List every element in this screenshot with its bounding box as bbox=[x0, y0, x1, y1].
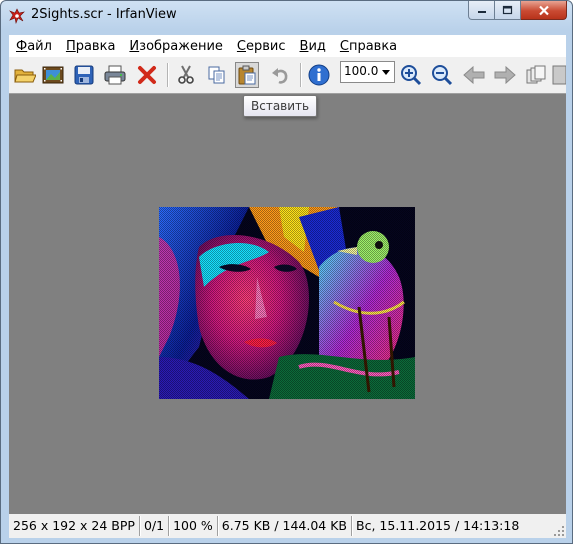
status-datetime: Вс, 15.11.2015 / 14:13:18 bbox=[356, 518, 520, 533]
window-title: 2Sights.scr - IrfanView bbox=[31, 7, 177, 22]
print-button[interactable] bbox=[103, 63, 127, 87]
image-canvas[interactable] bbox=[9, 94, 566, 514]
maximize-icon bbox=[502, 5, 513, 15]
irfanview-app-icon[interactable] bbox=[9, 8, 25, 24]
zoom-in-button[interactable] bbox=[399, 63, 423, 87]
undo-button[interactable] bbox=[268, 63, 292, 87]
cut-button[interactable] bbox=[174, 63, 198, 87]
menu-image-accel: И bbox=[129, 38, 140, 54]
menu-bar: Файл Правка Изображение Сервис Вид Справ… bbox=[9, 35, 566, 57]
maximize-button[interactable] bbox=[495, 1, 521, 20]
delete-button[interactable] bbox=[135, 63, 159, 87]
cut-icon bbox=[178, 65, 194, 84]
close-button[interactable] bbox=[521, 1, 567, 20]
paste-button[interactable] bbox=[235, 62, 259, 88]
menu-edit-rest: равка bbox=[75, 38, 116, 54]
info-button[interactable] bbox=[307, 63, 331, 87]
status-zoom: 100 % bbox=[169, 516, 218, 536]
menu-file-rest: айл bbox=[27, 38, 52, 54]
menu-edit-accel: П bbox=[65, 38, 76, 54]
paste-tooltip: Вставить bbox=[243, 95, 318, 117]
thumbnails-icon bbox=[526, 65, 546, 84]
menu-options[interactable]: Сервис bbox=[230, 39, 293, 54]
status-bar: 256 x 192 x 24 BPP 0/1 100 % 6.75 KB / 1… bbox=[9, 514, 566, 538]
image-preview[interactable] bbox=[159, 207, 415, 399]
menu-help-rest: правка bbox=[348, 38, 398, 54]
menu-view[interactable]: Вид bbox=[293, 39, 333, 54]
menu-file[interactable]: Файл bbox=[9, 39, 59, 54]
open-button[interactable] bbox=[13, 63, 37, 87]
zoom-value: 100.0 bbox=[344, 64, 379, 78]
slideshow-icon bbox=[42, 66, 64, 84]
undo-icon bbox=[272, 68, 288, 84]
menu-edit[interactable]: Правка bbox=[59, 39, 122, 54]
print-icon bbox=[104, 65, 126, 85]
minimize-icon bbox=[477, 11, 486, 13]
toolbar-separator bbox=[300, 63, 301, 87]
delete-icon bbox=[138, 66, 156, 84]
copy-icon bbox=[208, 66, 225, 84]
thumbnails-button[interactable] bbox=[524, 63, 548, 87]
zoom-combobox[interactable]: 100.0 bbox=[340, 61, 395, 83]
menu-options-rest: ервис bbox=[246, 38, 286, 54]
menu-help-accel: С bbox=[339, 38, 349, 54]
previous-button[interactable] bbox=[462, 63, 486, 87]
resize-grip-icon[interactable] bbox=[553, 525, 565, 537]
menu-image[interactable]: Изображение bbox=[122, 39, 230, 54]
menu-view-rest: ид bbox=[308, 38, 326, 54]
minimize-button[interactable] bbox=[468, 1, 495, 20]
zoom-in-icon bbox=[401, 65, 422, 86]
title-bar[interactable]: 2Sights.scr - IrfanView bbox=[1, 1, 572, 31]
slideshow-button[interactable] bbox=[41, 63, 65, 87]
menu-image-rest: зображение bbox=[139, 38, 223, 54]
status-index: 0/1 bbox=[140, 516, 170, 536]
paste-icon bbox=[238, 65, 256, 85]
status-size: 6.75 KB / 144.04 KB bbox=[218, 516, 353, 536]
open-icon bbox=[14, 69, 36, 83]
toolbar: 100.0 bbox=[9, 57, 566, 94]
toolbar-separator bbox=[167, 63, 168, 87]
next-icon bbox=[494, 66, 516, 84]
next-button[interactable] bbox=[493, 63, 517, 87]
info-icon bbox=[308, 64, 330, 86]
exit-button[interactable] bbox=[550, 63, 566, 87]
irfanview-window: 2Sights.scr - IrfanView Файл Правка Изоб… bbox=[0, 0, 573, 544]
copy-button[interactable] bbox=[205, 63, 229, 87]
exit-icon bbox=[552, 65, 566, 85]
previous-icon bbox=[463, 66, 485, 84]
save-button[interactable] bbox=[72, 63, 96, 87]
zoom-out-icon bbox=[432, 65, 453, 86]
save-icon bbox=[74, 65, 94, 85]
zoom-out-button[interactable] bbox=[430, 63, 454, 87]
close-icon bbox=[538, 5, 549, 15]
menu-file-accel: Ф bbox=[16, 38, 28, 54]
menu-help[interactable]: Справка bbox=[333, 39, 404, 54]
menu-options-accel: С bbox=[236, 38, 246, 54]
status-dimensions: 256 x 192 x 24 BPP bbox=[9, 516, 140, 536]
dropdown-arrow-icon[interactable] bbox=[380, 65, 392, 79]
caption-buttons bbox=[468, 1, 567, 21]
